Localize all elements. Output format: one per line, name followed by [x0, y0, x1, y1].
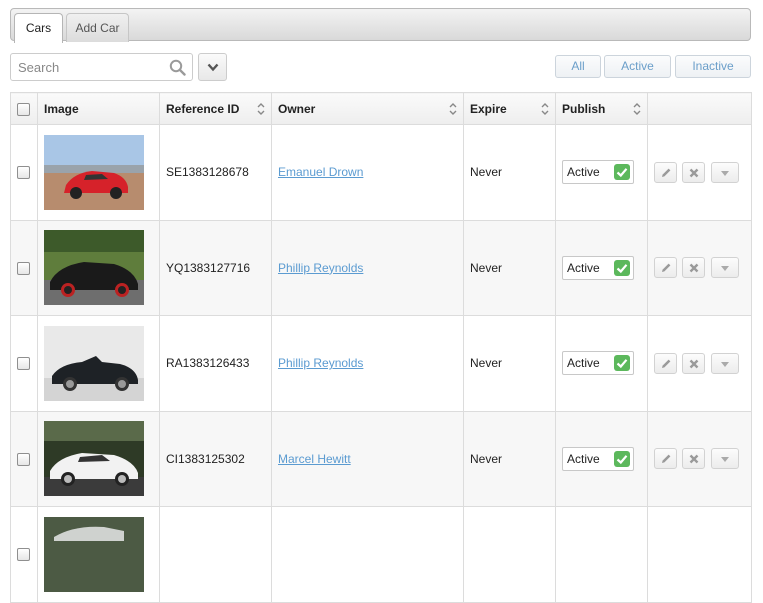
car-thumbnail[interactable]: [44, 421, 144, 497]
table-row: YQ1383127716 Phillip Reynolds Never Acti…: [10, 219, 752, 316]
delete-button[interactable]: [682, 161, 706, 183]
owner-link[interactable]: Marcel Hewitt: [278, 452, 351, 466]
table-header: Image Reference ID Owner Expire Publish: [10, 92, 752, 125]
pencil-icon: [662, 168, 671, 177]
table-row: RA1383126433 Phillip Reynolds Never Acti…: [10, 315, 752, 412]
reference-id: YQ1383127716: [159, 219, 272, 316]
select-all-checkbox[interactable]: [17, 102, 30, 116]
table-row: SE1383128678 Emanuel Drown Never Active: [10, 124, 752, 221]
sort-icon: [633, 103, 641, 115]
caret-down-icon: [720, 457, 729, 463]
more-actions-button[interactable]: [710, 352, 739, 374]
edit-button[interactable]: [654, 257, 677, 279]
more-actions-button[interactable]: [710, 161, 739, 183]
column-image: Image: [37, 92, 160, 125]
row-checkbox[interactable]: [17, 261, 30, 275]
more-actions-button[interactable]: [710, 448, 739, 470]
tab-cars[interactable]: Cars: [14, 13, 63, 43]
delete-button[interactable]: [682, 448, 706, 470]
pencil-icon: [662, 454, 671, 464]
pencil-icon: [662, 359, 671, 368]
checkmark-icon: [614, 355, 630, 372]
close-icon: [689, 263, 699, 273]
search-input[interactable]: [11, 54, 168, 80]
checkmark-icon: [614, 450, 630, 467]
car-thumbnail[interactable]: [44, 325, 144, 401]
close-icon: [689, 454, 699, 464]
car-thumbnail[interactable]: [44, 134, 144, 210]
owner-link[interactable]: Phillip Reynolds: [278, 261, 363, 275]
sort-icon: [449, 103, 457, 115]
pencil-icon: [662, 263, 671, 273]
caret-down-icon: [720, 361, 729, 367]
checkmark-icon: [614, 164, 630, 181]
search-box: [10, 53, 193, 81]
column-owner[interactable]: Owner: [271, 92, 464, 125]
caret-down-icon: [720, 170, 729, 176]
car-thumbnail[interactable]: [44, 230, 144, 306]
caret-down-icon: [720, 266, 729, 272]
edit-button[interactable]: [654, 448, 677, 470]
more-actions-button[interactable]: [710, 257, 739, 279]
expire-value: Never: [463, 410, 556, 507]
reference-id: SE1383128678: [159, 124, 272, 221]
expire-value: Never: [463, 315, 556, 412]
publish-select[interactable]: Active: [562, 351, 634, 376]
expire-value: Never: [463, 219, 556, 316]
row-checkbox[interactable]: [17, 166, 30, 180]
tab-bar: Cars Add Car: [10, 8, 751, 43]
row-checkbox[interactable]: [17, 548, 30, 562]
delete-button[interactable]: [682, 257, 706, 279]
close-icon: [689, 359, 699, 369]
close-icon: [689, 168, 699, 178]
delete-button[interactable]: [682, 352, 706, 374]
search-icon[interactable]: [169, 59, 186, 76]
tab-add-car[interactable]: Add Car: [66, 13, 129, 42]
search-options-button[interactable]: [198, 53, 227, 81]
owner-link[interactable]: Phillip Reynolds: [278, 356, 363, 370]
car-thumbnail[interactable]: [44, 516, 144, 592]
edit-button[interactable]: [654, 352, 677, 374]
row-checkbox[interactable]: [17, 357, 30, 371]
publish-select[interactable]: Active: [562, 160, 634, 185]
publish-select[interactable]: Active: [562, 255, 634, 280]
column-reference-id[interactable]: Reference ID: [159, 92, 272, 125]
expire-value: Never: [463, 124, 556, 221]
column-actions: [647, 92, 752, 125]
filter-active-button[interactable]: Active: [604, 55, 671, 78]
sort-icon: [541, 103, 549, 115]
sort-icon: [257, 103, 265, 115]
filter-all-button[interactable]: All: [555, 55, 601, 78]
filter-inactive-button[interactable]: Inactive: [675, 55, 751, 78]
table-row: CI1383125302 Marcel Hewitt Never Active: [10, 410, 752, 507]
column-expire[interactable]: Expire: [463, 92, 556, 125]
owner-link[interactable]: Emanuel Drown: [278, 165, 363, 179]
reference-id: RA1383126433: [159, 315, 272, 412]
reference-id: CI1383125302: [159, 410, 272, 507]
edit-button[interactable]: [654, 161, 677, 183]
publish-select[interactable]: Active: [562, 446, 634, 471]
column-publish[interactable]: Publish: [555, 92, 648, 125]
chevron-down-icon: [207, 63, 219, 72]
table-row: [10, 506, 752, 603]
select-all-cell: [10, 92, 38, 125]
cars-table: Image Reference ID Owner Expire Publish: [10, 92, 752, 603]
row-checkbox[interactable]: [17, 452, 30, 466]
checkmark-icon: [614, 259, 630, 276]
